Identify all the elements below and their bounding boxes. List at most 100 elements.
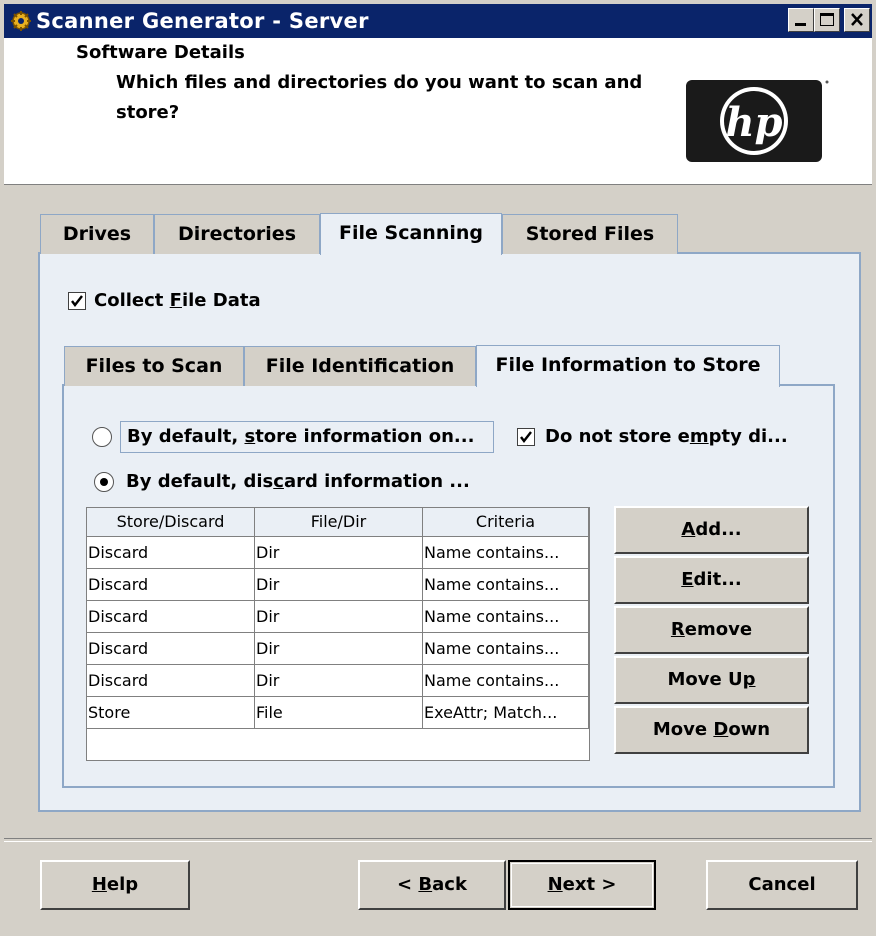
column-header-store-discard[interactable]: Store/Discard xyxy=(87,508,255,536)
table-row[interactable]: Discard Dir Name contains... xyxy=(87,537,589,569)
close-button[interactable] xyxy=(844,8,870,32)
hp-logo-text: hp xyxy=(725,99,782,146)
move-down-button[interactable]: Move Down xyxy=(614,706,809,754)
remove-post: emove xyxy=(684,619,753,640)
move-up-mnemonic: p xyxy=(742,669,756,690)
header-title: Software Details xyxy=(76,42,245,63)
back-post: ack xyxy=(432,874,467,895)
discard-default-pre: By default, dis xyxy=(126,471,274,492)
back-mnemonic: B xyxy=(418,874,433,895)
cell-store-discard: Discard xyxy=(87,601,255,632)
radio-selected-dot xyxy=(100,478,108,486)
cell-criteria: Name contains... xyxy=(423,633,589,664)
checkmark-icon xyxy=(71,295,83,307)
collect-file-data-checkbox[interactable] xyxy=(68,292,86,310)
move-up-pre: Move U xyxy=(667,669,743,690)
discard-default-mnemonic: c xyxy=(273,471,284,492)
header-subtitle: Which files and directories do you want … xyxy=(116,72,643,123)
store-default-label[interactable]: By default, store information on... xyxy=(120,421,494,453)
cell-file-dir: Dir xyxy=(255,537,423,568)
rules-table[interactable]: Store/Discard File/Dir Criteria Discard … xyxy=(86,507,590,761)
next-post: ext > xyxy=(562,874,617,895)
checkmark-icon xyxy=(520,431,532,443)
no-empty-dirs-mnemonic: m xyxy=(689,426,709,447)
hp-logo: hp xyxy=(686,80,829,162)
column-header-criteria[interactable]: Criteria xyxy=(423,508,589,536)
cell-criteria: Name contains... xyxy=(423,601,589,632)
store-default-pre: By default, xyxy=(127,426,245,447)
move-down-pre: Move xyxy=(652,719,714,740)
cell-criteria: Name contains... xyxy=(423,665,589,696)
cell-criteria: Name contains... xyxy=(423,537,589,568)
discard-default-label[interactable]: By default, discard information ... xyxy=(126,471,470,492)
discard-default-radio[interactable] xyxy=(94,472,114,492)
help-mnemonic: H xyxy=(91,874,107,895)
table-row[interactable]: Discard Dir Name contains... xyxy=(87,601,589,633)
table-row[interactable]: Discard Dir Name contains... xyxy=(87,665,589,697)
table-header: Store/Discard File/Dir Criteria xyxy=(87,508,589,537)
cancel-button[interactable]: Cancel xyxy=(706,860,858,910)
cell-file-dir: Dir xyxy=(255,601,423,632)
title-bar[interactable]: Scanner Generator - Server xyxy=(4,4,872,38)
close-icon xyxy=(851,13,863,26)
tab-drives[interactable]: Drives xyxy=(40,214,154,254)
next-mnemonic: N xyxy=(547,874,563,895)
store-default-radio[interactable] xyxy=(92,427,112,447)
cell-store-discard: Store xyxy=(87,697,255,728)
back-pre: < xyxy=(397,874,419,895)
minimize-icon xyxy=(795,23,806,26)
tab-file-identification[interactable]: File Identification xyxy=(244,346,476,386)
add-post: dd... xyxy=(695,519,742,540)
dialog-window: Scanner Generator - Server Software Deta… xyxy=(0,0,876,936)
cell-store-discard: Discard xyxy=(87,569,255,600)
tab-file-information-to-store[interactable]: File Information to Store xyxy=(476,345,780,387)
remove-mnemonic: R xyxy=(670,619,685,640)
cell-criteria: ExeAttr; Match... xyxy=(423,697,589,728)
help-button[interactable]: Help xyxy=(40,860,190,910)
store-default-post: tore information on... xyxy=(255,426,475,447)
cell-file-dir: File xyxy=(255,697,423,728)
maximize-icon xyxy=(820,13,834,26)
window-title: Scanner Generator - Server xyxy=(36,9,369,33)
cell-file-dir: Dir xyxy=(255,665,423,696)
move-down-mnemonic: D xyxy=(713,719,729,740)
add-button[interactable]: Add... xyxy=(614,506,809,554)
remove-button[interactable]: Remove xyxy=(614,606,809,654)
tab-directories[interactable]: Directories xyxy=(154,214,320,254)
move-down-post: own xyxy=(728,719,771,740)
tab-file-scanning[interactable]: File Scanning xyxy=(320,213,502,255)
cell-criteria: Name contains... xyxy=(423,569,589,600)
footer-separator xyxy=(4,838,872,842)
app-icon xyxy=(11,11,31,31)
column-header-file-dir[interactable]: File/Dir xyxy=(255,508,423,536)
no-empty-dirs-label[interactable]: Do not store empty di... xyxy=(545,426,788,447)
cell-store-discard: Discard xyxy=(87,665,255,696)
cell-store-discard: Discard xyxy=(87,537,255,568)
minimize-button[interactable] xyxy=(788,8,814,32)
cell-file-dir: Dir xyxy=(255,569,423,600)
back-button[interactable]: < Back xyxy=(358,860,506,910)
cell-store-discard: Discard xyxy=(87,633,255,664)
help-post: elp xyxy=(106,874,139,895)
collect-label-pre: Collect xyxy=(94,290,170,311)
collect-label-post: ile Data xyxy=(181,290,261,311)
table-row[interactable]: Discard Dir Name contains... xyxy=(87,633,589,665)
edit-button[interactable]: Edit... xyxy=(614,556,809,604)
add-mnemonic: A xyxy=(681,519,696,540)
move-up-button[interactable]: Move Up xyxy=(614,656,809,704)
edit-mnemonic: E xyxy=(681,569,694,590)
no-empty-dirs-pre: Do not store e xyxy=(545,426,690,447)
no-empty-dirs-post: pty di... xyxy=(708,426,788,447)
discard-default-post: ard information ... xyxy=(283,471,470,492)
maximize-button[interactable] xyxy=(814,8,840,32)
collect-file-data-label[interactable]: Collect File Data xyxy=(94,290,261,311)
next-button[interactable]: Next > xyxy=(508,860,656,910)
tab-stored-files[interactable]: Stored Files xyxy=(502,214,678,254)
table-row[interactable]: Store File ExeAttr; Match... xyxy=(87,697,589,729)
cell-file-dir: Dir xyxy=(255,633,423,664)
store-default-mnemonic: s xyxy=(244,426,256,447)
tab-files-to-scan[interactable]: Files to Scan xyxy=(64,346,244,386)
no-empty-dirs-checkbox[interactable] xyxy=(517,428,535,446)
collect-label-mnemonic: F xyxy=(169,290,182,311)
table-row[interactable]: Discard Dir Name contains... xyxy=(87,569,589,601)
